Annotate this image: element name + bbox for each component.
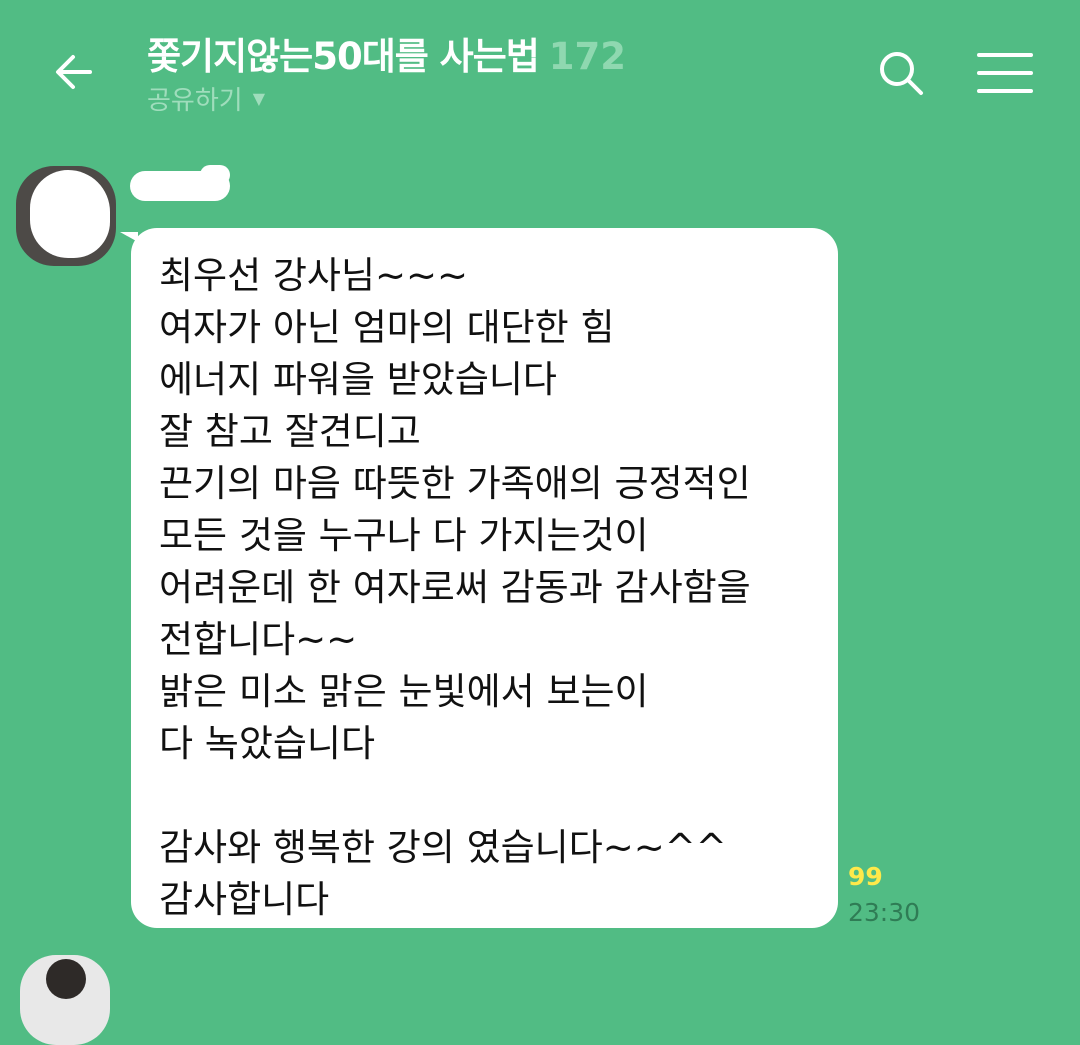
message-line: 밝은 미소 맑은 눈빛에서 보는이 — [159, 670, 649, 713]
member-count: 172 — [548, 35, 627, 78]
message-line: 최우선 강사님~~~ — [159, 254, 469, 297]
message-line: 감사와 행복한 강의 였습니다~~^^ — [159, 826, 727, 869]
message-line: 끈기의 마음 따뜻한 가족애의 긍정적인 — [159, 462, 751, 505]
name-redaction — [130, 165, 230, 201]
next-avatar-photo — [46, 959, 86, 999]
chat-header: 쫓기지않는50대를 사는법 172 공유하기 ▼ — [0, 0, 1080, 130]
avatar-redaction — [30, 170, 110, 258]
search-icon — [880, 52, 923, 95]
unread-count: 99 — [848, 862, 883, 891]
chat-title: 쫓기지않는50대를 사는법 172 — [147, 26, 626, 80]
message-line: 감사합니다 — [159, 878, 330, 921]
caret-down-icon: ▼ — [252, 89, 265, 108]
menu-button[interactable] — [970, 42, 1040, 104]
next-sender-avatar[interactable] — [20, 955, 110, 1045]
arrow-left-icon — [56, 55, 92, 89]
hamburger-menu-icon — [977, 53, 1033, 93]
message-line: 전합니다~~ — [159, 618, 358, 661]
message-line: 모든 것을 누구나 다 가지는것이 — [159, 514, 649, 557]
message-time: 23:30 — [848, 898, 921, 927]
message-line: 여자가 아닌 엄마의 대단한 힘 — [159, 306, 615, 349]
search-button[interactable] — [870, 42, 932, 104]
message-line: 다 녹았습니다 — [159, 722, 376, 765]
message-line: 어려운데 한 여자로써 감동과 감사함을 — [159, 566, 751, 609]
share-label: 공유하기 — [147, 86, 243, 116]
room-title: 쫓기지않는50대를 사는법 — [147, 35, 540, 78]
sender-avatar[interactable] — [16, 166, 116, 266]
sender-name-redacted — [130, 165, 230, 206]
message-bubble[interactable]: 최우선 강사님~~~ 여자가 아닌 엄마의 대단한 힘 에너지 파워을 받았습니… — [131, 228, 838, 928]
message-line: 에너지 파워을 받았습니다 — [159, 358, 557, 401]
back-button[interactable] — [42, 40, 106, 104]
message-line: 잘 참고 잘견디고 — [159, 410, 421, 453]
share-dropdown[interactable]: 공유하기 ▼ — [147, 80, 265, 117]
